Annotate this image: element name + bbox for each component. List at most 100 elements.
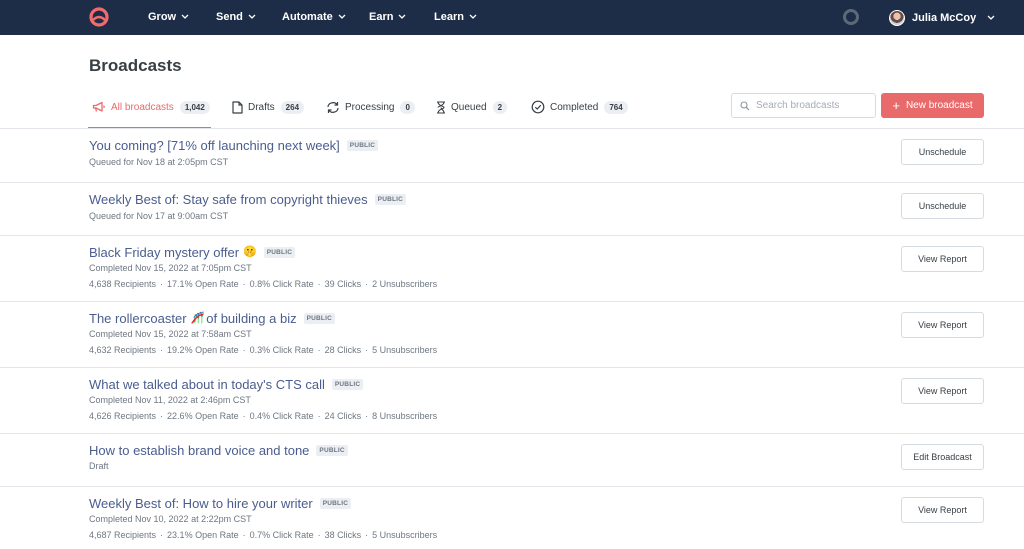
- view-report-button[interactable]: View Report: [901, 312, 984, 338]
- public-badge: PUBLIC: [374, 194, 407, 205]
- chevron-down-icon: [469, 14, 477, 19]
- nav-learn[interactable]: Learn: [434, 0, 477, 35]
- row-title-line: Black Friday mystery offer 🤫 PUBLIC: [89, 245, 296, 260]
- tab-all-broadcasts[interactable]: All broadcasts 1,042: [92, 96, 210, 118]
- plus-icon: +: [892, 97, 900, 113]
- row-title-line: How to establish brand voice and tone PU…: [89, 443, 348, 458]
- clicks: 38 Clicks: [324, 530, 362, 540]
- unschedule-button[interactable]: Unschedule: [901, 139, 984, 165]
- broadcast-stats: 4,687 Recipients · 23.1% Open Rate · 0.7% Cl…: [89, 530, 438, 540]
- tab-queued-label: Queued: [451, 101, 487, 113]
- open-rate: 23.1% Open Rate: [167, 530, 239, 540]
- click-rate: 0.8% Click Rate: [249, 279, 314, 289]
- tab-all-broadcasts-count: 1,042: [179, 100, 210, 114]
- broadcast-row: Black Friday mystery offer 🤫 PUBLIC Comp…: [0, 236, 1024, 302]
- search-box[interactable]: [731, 93, 876, 118]
- view-report-button[interactable]: View Report: [901, 378, 984, 404]
- recipients: 4,632 Recipients: [89, 345, 157, 355]
- nav-learn-label: Learn: [434, 11, 464, 23]
- open-rate: 17.1% Open Rate: [167, 279, 239, 289]
- clicks: 24 Clicks: [324, 411, 362, 421]
- user-name: Julia McCoy: [912, 11, 977, 24]
- document-icon: [232, 100, 243, 114]
- nav-earn-label: Earn: [369, 11, 394, 23]
- public-badge: PUBLIC: [316, 445, 348, 456]
- unsubscribers: 5 Unsubscribers: [372, 345, 438, 355]
- nav-automate-label: Automate: [282, 11, 333, 23]
- public-badge: PUBLIC: [303, 313, 335, 324]
- search-icon: [740, 100, 750, 110]
- edit-broadcast-button[interactable]: Edit Broadcast: [901, 444, 984, 470]
- unsubscribers: 5 Unsubscribers: [372, 530, 438, 540]
- open-rate: 22.6% Open Rate: [167, 411, 239, 421]
- view-report-button[interactable]: View Report: [901, 246, 984, 272]
- nav-automate[interactable]: Automate: [282, 0, 346, 35]
- broadcast-title[interactable]: Black Friday mystery offer: [89, 245, 239, 260]
- open-rate: 19.2% Open Rate: [167, 345, 239, 355]
- loading-ring-icon: [843, 9, 859, 25]
- broadcast-stats: 4,626 Recipients · 22.6% Open Rate · 0.4% Cl…: [89, 411, 438, 421]
- clicks: 39 Clicks: [324, 279, 362, 289]
- check-circle-icon: [531, 100, 545, 114]
- click-rate: 0.4% Click Rate: [249, 411, 314, 421]
- broadcast-title[interactable]: Weekly Best of: How to hire your writer: [89, 496, 313, 511]
- public-badge: PUBLIC: [331, 379, 364, 390]
- broadcast-title[interactable]: How to establish brand voice and tone: [89, 443, 309, 458]
- nav-grow[interactable]: Grow: [148, 0, 189, 35]
- chevron-down-icon: [248, 14, 256, 19]
- new-broadcast-label: New broadcast: [905, 100, 973, 111]
- refresh-icon: [327, 101, 339, 113]
- click-rate: 0.7% Click Rate: [249, 530, 314, 540]
- broadcast-row: You coming? [71% off launching next week…: [0, 129, 1024, 183]
- broadcast-title-tail[interactable]: of building a biz: [206, 311, 296, 326]
- click-rate: 0.3% Click Rate: [249, 345, 314, 355]
- row-title-line: The rollercoaster 🎢 of building a biz PU…: [89, 311, 335, 326]
- tab-completed-label: Completed: [550, 101, 599, 113]
- tab-processing[interactable]: Processing 0: [326, 96, 415, 118]
- convertkit-logo-icon[interactable]: [88, 6, 110, 28]
- search-input[interactable]: [756, 100, 866, 111]
- tab-completed-count: 764: [604, 100, 628, 114]
- row-title-line: Weekly Best of: How to hire your writer …: [89, 496, 352, 511]
- tab-queued-count: 2: [492, 100, 508, 114]
- broadcast-title[interactable]: The rollercoaster: [89, 311, 187, 326]
- tab-processing-label: Processing: [345, 101, 395, 113]
- chevron-down-icon: [181, 14, 189, 19]
- broadcast-stats: 4,632 Recipients · 19.2% Open Rate · 0.3% Cl…: [89, 345, 438, 355]
- row-title-line: You coming? [71% off launching next week…: [89, 138, 379, 153]
- chevron-down-icon: [338, 14, 346, 19]
- nav-send-label: Send: [216, 11, 243, 23]
- page-title: Broadcasts: [89, 56, 182, 75]
- broadcast-title[interactable]: Weekly Best of: Stay safe from copyright…: [89, 192, 368, 207]
- nav-send[interactable]: Send: [216, 0, 256, 35]
- view-report-button[interactable]: View Report: [901, 497, 984, 523]
- tab-completed[interactable]: Completed 764: [531, 96, 628, 118]
- broadcast-status: Draft: [89, 461, 109, 471]
- tab-queued[interactable]: Queued 2: [436, 96, 508, 118]
- new-broadcast-button[interactable]: + New broadcast: [881, 93, 984, 118]
- tab-drafts[interactable]: Drafts 264: [232, 96, 305, 118]
- chevron-down-icon: [987, 15, 995, 20]
- avatar: [889, 9, 905, 26]
- user-menu[interactable]: Julia McCoy: [889, 0, 995, 35]
- nav-earn[interactable]: Earn: [369, 0, 406, 35]
- broadcast-status: Queued for Nov 17 at 9:00am CST: [89, 211, 229, 221]
- broadcast-status: Completed Nov 10, 2022 at 2:22pm CST: [89, 514, 252, 524]
- recipients: 4,638 Recipients: [89, 279, 157, 289]
- row-title-line: What we talked about in today's CTS call…: [89, 377, 364, 392]
- unschedule-button[interactable]: Unschedule: [901, 193, 984, 219]
- tab-drafts-count: 264: [280, 100, 305, 114]
- row-title-line: Weekly Best of: Stay safe from copyright…: [89, 192, 407, 207]
- hourglass-icon: [437, 100, 445, 114]
- broadcast-row: What we talked about in today's CTS call…: [0, 368, 1024, 434]
- emoji-icon: 🤫: [243, 246, 257, 258]
- emoji-icon: 🎢: [190, 312, 205, 324]
- recipients: 4,626 Recipients: [89, 411, 157, 421]
- broadcast-title[interactable]: What we talked about in today's CTS call: [89, 377, 325, 392]
- broadcast-stats: 4,638 Recipients · 17.1% Open Rate · 0.8% Cl…: [89, 279, 438, 289]
- broadcast-title[interactable]: You coming? [71% off launching next week…: [89, 138, 340, 153]
- tab-processing-count: 0: [400, 100, 415, 114]
- megaphone-icon: [92, 101, 105, 112]
- broadcast-status: Completed Nov 15, 2022 at 7:05pm CST: [89, 263, 252, 273]
- broadcast-row: How to establish brand voice and tone PU…: [0, 434, 1024, 487]
